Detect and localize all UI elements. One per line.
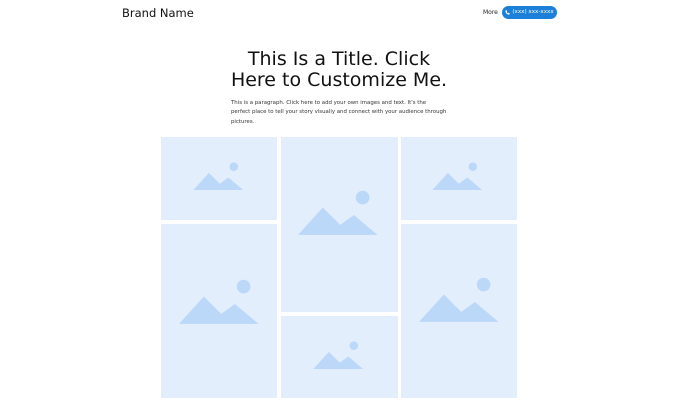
nav-more-link[interactable]: More: [483, 9, 498, 17]
title-line-2: Here to Customize Me.: [230, 68, 448, 91]
gallery-tile[interactable]: [401, 224, 517, 398]
phone-icon: [505, 10, 510, 15]
phone-number: (xxx) xxx-xxxx: [512, 9, 554, 15]
gallery-tile[interactable]: [281, 137, 398, 312]
gallery-tile[interactable]: [161, 224, 277, 398]
phone-button[interactable]: (xxx) xxx-xxxx: [502, 6, 557, 19]
brand-name[interactable]: Brand Name: [122, 6, 194, 20]
gallery-tile[interactable]: [281, 316, 398, 398]
image-placeholder-icon: [193, 162, 244, 190]
page-title[interactable]: This Is a Title. Click Here to Customize…: [0, 49, 678, 90]
image-placeholder-icon: [419, 277, 499, 322]
image-placeholder-icon: [179, 279, 259, 324]
gallery-tile[interactable]: [161, 137, 277, 220]
image-placeholder-icon: [298, 190, 378, 235]
image-placeholder-icon: [313, 341, 364, 369]
intro-paragraph[interactable]: This is a paragraph. Click here to add y…: [231, 99, 447, 127]
title-line-1: This Is a Title. Click: [247, 48, 431, 70]
gallery-tile[interactable]: [401, 137, 517, 220]
image-placeholder-icon: [432, 162, 483, 190]
